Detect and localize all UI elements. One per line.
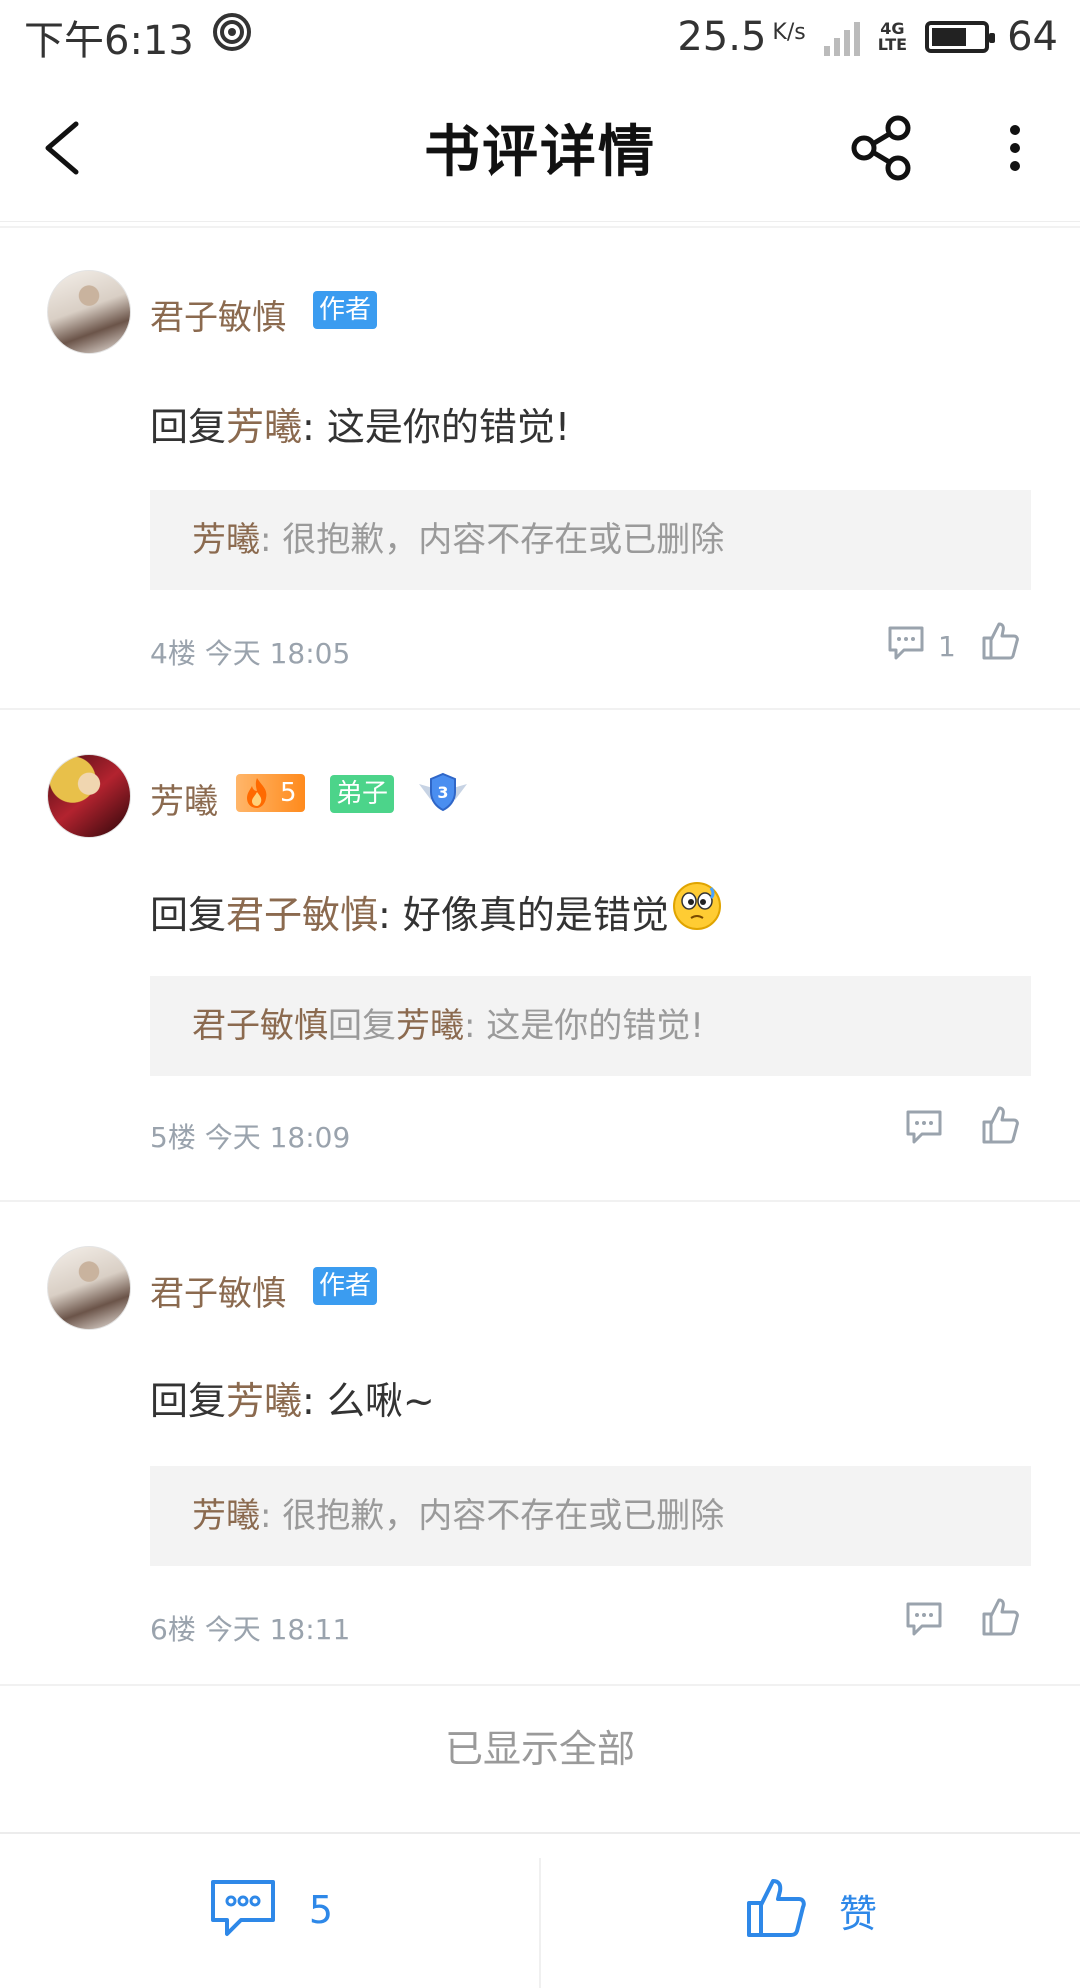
status-bar: 下午6:13 25.5 K/s 4G LTE 64 xyxy=(0,0,1080,74)
thumbs-up-icon xyxy=(980,1104,1020,1153)
floor-time: 5楼 今天 18:09 xyxy=(150,1121,351,1154)
network-type: 4G LTE xyxy=(877,19,908,54)
comment-content: 回复芳曦: 这是你的错觉! xyxy=(150,405,571,449)
fire-level-badge: 5 xyxy=(236,774,305,812)
reply-target-link[interactable]: 君子敏慎 xyxy=(226,893,378,937)
thumbs-up-icon xyxy=(980,620,1020,669)
like-post-button[interactable]: 赞 xyxy=(540,1834,1080,1986)
page-title: 书评详情 xyxy=(424,119,656,185)
status-time: 下午6:13 xyxy=(24,18,194,64)
confused-emoji-icon xyxy=(671,880,723,941)
back-arrow-icon[interactable] xyxy=(30,108,110,188)
bottom-action-bar: 5 赞 xyxy=(0,1832,1080,1988)
battery-level: 64 xyxy=(1007,14,1058,60)
like-button[interactable] xyxy=(980,1104,1020,1153)
like-label: 赞 xyxy=(838,1891,877,1936)
reply-button[interactable] xyxy=(904,1108,944,1153)
floor-time: 6楼 今天 18:11 xyxy=(150,1613,351,1646)
shield-icon: 3 xyxy=(419,772,467,812)
comment-icon xyxy=(886,624,926,669)
avatar[interactable] xyxy=(47,1246,131,1330)
more-vertical-icon[interactable] xyxy=(980,108,1050,188)
comment-username[interactable]: 君子敏慎 xyxy=(150,1266,286,1315)
shield-badge: 3 xyxy=(413,770,473,816)
app-header: 书评详情 xyxy=(0,74,1080,222)
disciple-badge: 弟子 xyxy=(330,775,395,813)
hotspot-icon xyxy=(212,12,252,62)
comment-icon xyxy=(904,1600,944,1645)
comment-count-button[interactable]: 5 xyxy=(0,1834,540,1986)
quoted-comment[interactable]: 芳曦: 很抱歉，内容不存在或已删除 xyxy=(150,1466,1031,1566)
reply-button[interactable]: 1 xyxy=(886,624,956,669)
comment-icon xyxy=(904,1108,944,1153)
divider xyxy=(539,1858,541,1988)
quoted-comment[interactable]: 君子敏慎回复芳曦: 这是你的错觉! xyxy=(150,976,1031,1076)
floor-time: 4楼 今天 18:05 xyxy=(150,637,351,670)
like-button[interactable] xyxy=(980,1596,1020,1645)
all-shown-label: 已显示全部 xyxy=(444,1727,635,1771)
thumbs-up-icon xyxy=(980,1596,1020,1645)
thumbs-up-icon xyxy=(743,1875,809,1945)
comment-icon xyxy=(207,1876,279,1944)
avatar[interactable] xyxy=(47,754,131,838)
comment-content: 回复芳曦: 么啾~ xyxy=(150,1379,435,1423)
avatar[interactable] xyxy=(47,270,131,354)
reply-count: 1 xyxy=(938,630,956,663)
reply-button[interactable] xyxy=(904,1600,944,1645)
flame-icon xyxy=(247,778,267,808)
comment-item: 君子敏慎 作者 回复芳曦: 这是你的错觉! 芳曦: 很抱歉，内容不存在或已删除 … xyxy=(0,228,1080,710)
comment-item: 君子敏慎 作者 回复芳曦: 么啾~ 芳曦: 很抱歉，内容不存在或已删除 6楼 今… xyxy=(0,1204,1080,1686)
like-button[interactable] xyxy=(980,620,1020,669)
comment-content: 回复君子敏慎: 好像真的是错觉 xyxy=(150,880,723,941)
reply-target-link[interactable]: 芳曦 xyxy=(226,1379,302,1423)
svg-text:3: 3 xyxy=(437,783,448,802)
network-speed: 25.5 K/s xyxy=(677,14,806,60)
signal-icon xyxy=(823,18,860,56)
author-badge: 作者 xyxy=(313,291,378,329)
comment-item: 芳曦 5 弟子 3 回复君子敏慎: 好像真的是错觉 君子敏慎回复芳曦: 这是你的… xyxy=(0,712,1080,1202)
comment-username[interactable]: 君子敏慎 xyxy=(150,290,286,339)
battery-icon xyxy=(925,21,996,53)
author-badge: 作者 xyxy=(313,1267,378,1305)
quoted-comment[interactable]: 芳曦: 很抱歉，内容不存在或已删除 xyxy=(150,490,1031,590)
comment-count: 5 xyxy=(308,1888,334,1932)
share-icon[interactable] xyxy=(840,108,924,188)
comment-username[interactable]: 芳曦 xyxy=(150,774,218,823)
reply-target-link[interactable]: 芳曦 xyxy=(226,405,302,449)
